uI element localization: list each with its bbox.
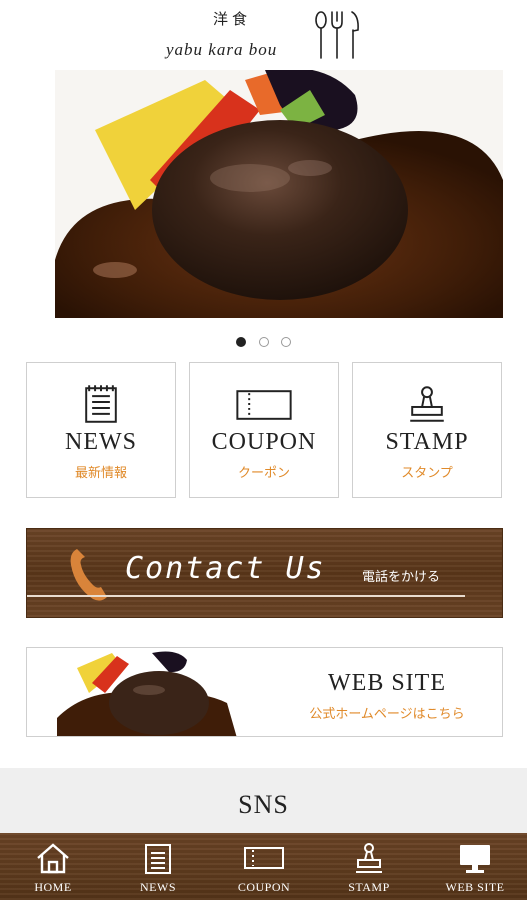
coupon-tile-label: COUPON — [211, 429, 317, 455]
nav-item-coupon[interactable]: COUPON — [219, 833, 309, 900]
stamp-tile-label: STAMP — [385, 429, 469, 455]
carousel-dot[interactable] — [236, 337, 247, 347]
stamp-icon — [356, 843, 382, 873]
news-tile[interactable]: NEWS 最新情報 — [26, 362, 176, 498]
website-title: WEB SITE — [328, 670, 446, 696]
nav-item-stamp[interactable]: STAMP — [324, 833, 414, 900]
coupon-ticket-icon — [236, 390, 292, 420]
website-food-thumbnail — [57, 648, 237, 736]
news-tile-label: NEWS — [65, 429, 137, 455]
nav-label: WEB SITE — [445, 880, 505, 894]
nav-label: STAMP — [348, 880, 390, 894]
contact-title: Contact Us — [125, 551, 326, 586]
coupon-tile[interactable]: COUPON クーポン — [189, 362, 339, 498]
contact-subtitle: 電話をかける — [362, 569, 441, 584]
coupon-tile-sublabel: クーポン — [237, 465, 290, 480]
contact-us-button[interactable]: Contact Us 電話をかける — [26, 528, 503, 618]
carousel-dot[interactable] — [258, 337, 269, 347]
carousel-indicator — [0, 334, 527, 347]
logo-japanese: 洋食 — [213, 12, 252, 28]
carousel-dot[interactable] — [280, 337, 291, 347]
nav-label: HOME — [34, 880, 72, 894]
coupon-ticket-icon — [244, 847, 284, 869]
cutlery-logo-icon — [315, 11, 359, 59]
website-button[interactable]: WEB SITE 公式ホームページはこちら — [26, 647, 503, 737]
hero-food-image[interactable] — [55, 70, 503, 318]
sns-section: SNS — [0, 768, 527, 838]
news-tile-sublabel: 最新情報 — [74, 465, 127, 480]
news-list-icon — [145, 844, 171, 874]
website-subtitle: 公式ホームページはこちら — [309, 706, 465, 721]
stamp-icon — [410, 386, 444, 422]
app-header: 洋食 yabu kara bou — [0, 0, 527, 70]
nav-label: COUPON — [237, 880, 291, 894]
stamp-tile-sublabel: スタンプ — [401, 465, 453, 480]
news-list-icon — [85, 385, 117, 423]
nav-label: NEWS — [140, 880, 176, 894]
sns-heading: SNS — [238, 790, 289, 819]
stamp-tile[interactable]: STAMP スタンプ — [352, 362, 502, 498]
monitor-icon — [460, 845, 490, 873]
nav-item-news[interactable]: NEWS — [113, 833, 203, 900]
logo-english: yabu kara bou — [166, 40, 278, 59]
home-icon — [37, 843, 69, 874]
bottom-navigation: HOME NEWS COUPON STAMP WEB SITE — [0, 833, 527, 900]
nav-item-home[interactable]: HOME — [8, 833, 98, 900]
nav-item-website[interactable]: WEB SITE — [430, 833, 520, 900]
contact-divider — [27, 595, 465, 597]
